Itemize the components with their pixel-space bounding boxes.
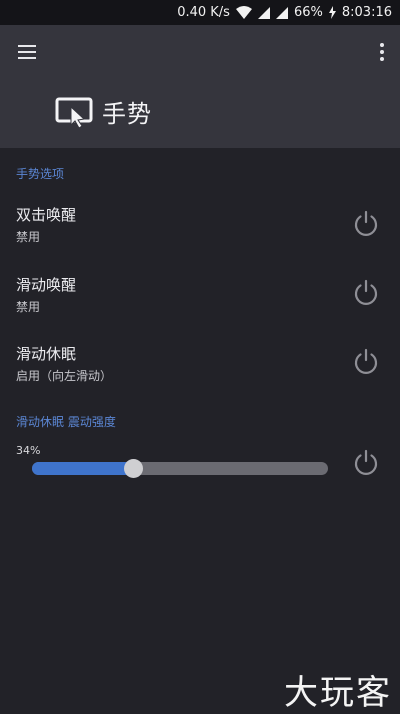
- power-toggle-icon[interactable]: [352, 448, 380, 476]
- swipe-wake-title: 滑动唤醒: [16, 276, 77, 294]
- double-tap-wake-title: 双击唤醒: [16, 206, 77, 224]
- vibration-strength-slider[interactable]: [32, 459, 328, 478]
- slider-thumb[interactable]: [124, 459, 143, 478]
- slider-fill: [32, 462, 133, 475]
- power-toggle-icon[interactable]: [352, 347, 380, 375]
- menu-icon[interactable]: [16, 42, 40, 62]
- signal-icon-2: [275, 6, 288, 19]
- status-bar: 0.40 K/s 66% 8:03:16: [0, 0, 400, 25]
- battery-percent: 66%: [293, 5, 323, 20]
- more-options-icon[interactable]: [376, 41, 388, 63]
- swipe-wake-status: 禁用: [16, 300, 41, 314]
- power-toggle-icon[interactable]: [352, 209, 380, 237]
- swipe-sleep-row[interactable]: 滑动休眠 启用（向左滑动）: [0, 343, 400, 413]
- wifi-icon: [235, 6, 252, 19]
- vibration-section-header: 滑动休眠 震动强度: [16, 415, 116, 429]
- swipe-sleep-title: 滑动休眠: [16, 345, 77, 363]
- gesture-tap-icon: [55, 97, 95, 129]
- app-header: 手势: [0, 25, 400, 148]
- signal-icon: [257, 6, 270, 19]
- double-tap-wake-status: 禁用: [16, 230, 41, 244]
- double-tap-wake-row[interactable]: 双击唤醒 禁用: [0, 204, 400, 274]
- clock: 8:03:16: [341, 5, 392, 20]
- network-speed: 0.40 K/s: [177, 5, 230, 20]
- watermark-logo: 大玩客: [284, 673, 392, 713]
- swipe-sleep-status: 启用（向左滑动）: [16, 369, 113, 383]
- page-title: 手势: [102, 100, 152, 128]
- slider-value-label: 34%: [16, 444, 41, 457]
- power-toggle-icon[interactable]: [352, 278, 380, 306]
- charging-icon: [328, 6, 336, 19]
- swipe-wake-row[interactable]: 滑动唤醒 禁用: [0, 274, 400, 344]
- gestures-section-header: 手势选项: [16, 167, 65, 181]
